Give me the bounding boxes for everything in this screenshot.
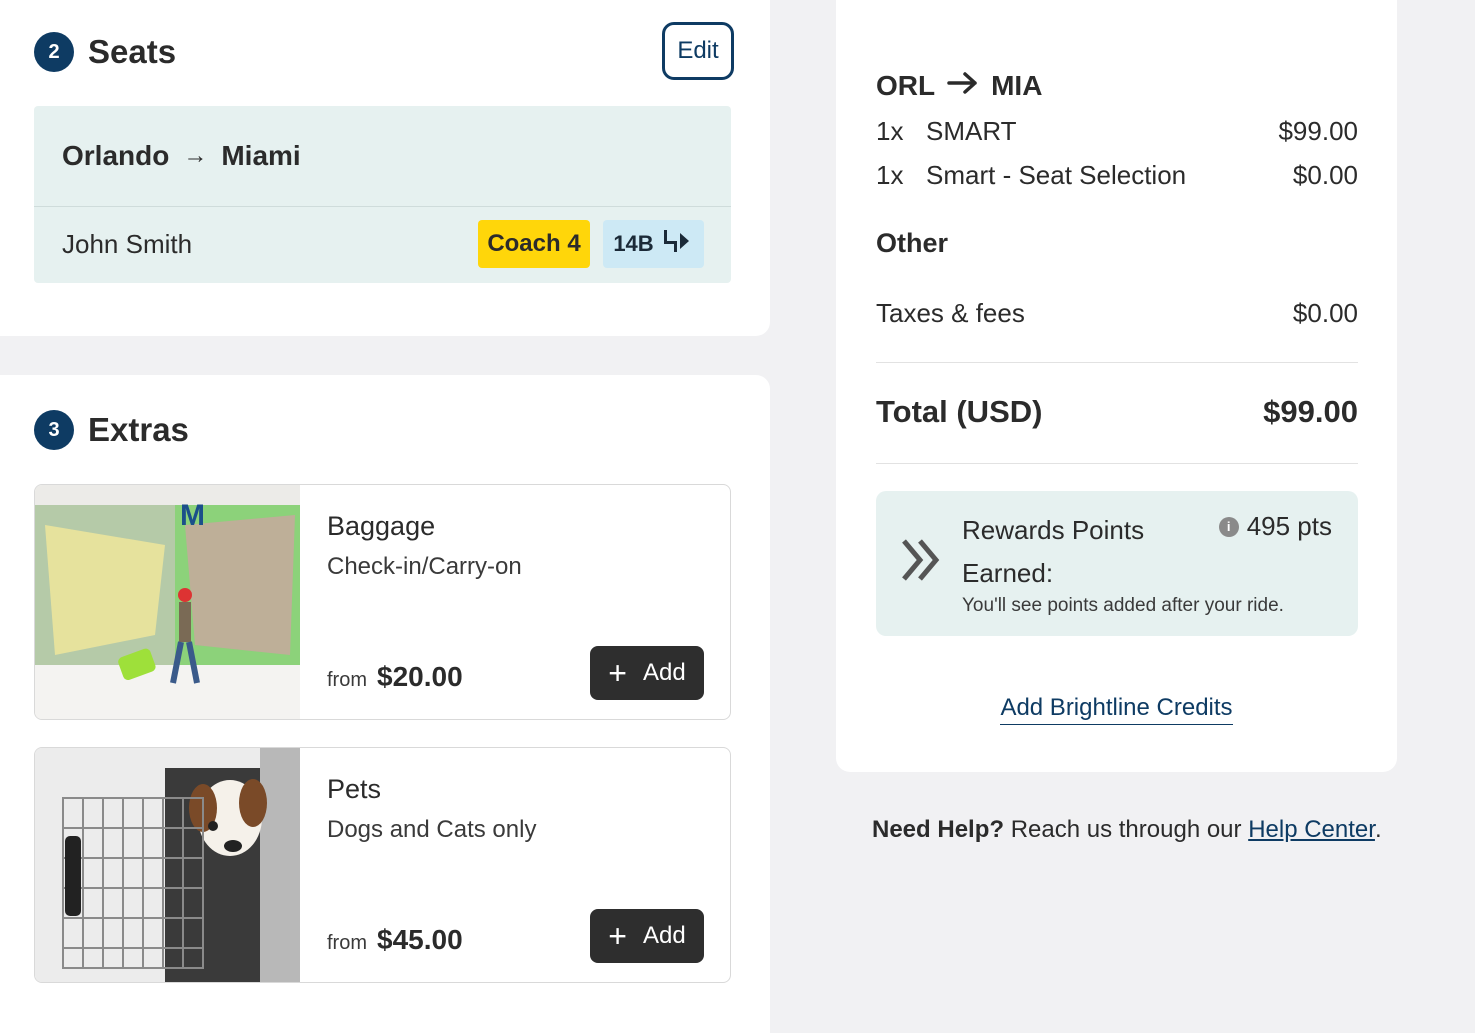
help-center-link[interactable]: Help Center [1248,816,1375,843]
trip-route: Orlando → Miami [62,140,301,172]
step-number-badge: 3 [34,410,74,450]
extra-title: Pets [327,774,382,804]
line-item: 1x Smart - Seat Selection $0.00 [876,160,1358,191]
extras-title: Extras [88,411,189,448]
extras-header: 3 Extras [34,410,189,450]
origin-city: Orlando [62,140,170,171]
baggage-photo: M [35,485,300,719]
points-value: 495 pts [1246,511,1332,541]
info-icon[interactable]: i [1218,516,1239,537]
divider [876,463,1358,464]
from-label: from [327,932,367,954]
help-end: . [1374,816,1382,843]
seats-header: 2 Seats [34,32,176,72]
taxes-row: Taxes & fees $0.00 [876,298,1358,329]
arrow-right-icon [947,70,979,102]
destination-city: Miami [221,140,301,171]
add-label: Add [642,922,686,949]
divider [876,362,1358,363]
line-price: $99.00 [1278,116,1358,146]
line-price: $0.00 [1292,160,1358,190]
pet-carrier-photo [35,748,300,982]
trip-seat-summary: Orlando → Miami John Smith Coach 4 14B [34,106,731,283]
extra-price: from $20.00 [327,661,463,693]
line-item: 1x SMART $99.00 [876,116,1358,147]
taxes-label: Taxes & fees [876,298,1025,328]
seats-section: 2 Seats Edit Orlando → Miami John Smith … [0,0,770,336]
rewards-panel: Rewards Points Earned: i 495 pts You'll … [876,491,1358,636]
help-message: Reach us through our [1010,816,1242,843]
extra-subtitle: Dogs and Cats only [327,816,537,843]
taxes-value: $0.00 [1292,298,1358,328]
credits-link-wrap: Add Brightline Credits [836,694,1397,725]
help-text: Need Help? Reach us through our Help Cen… [872,816,1382,844]
line-name: SMART [926,116,1017,146]
summary-route: ORL MIA [876,70,1042,102]
total-label: Total (USD) [876,394,1043,429]
price-amount: $20.00 [377,661,463,692]
extra-item-pets: Pets Dogs and Cats only from $45.00 + Ad… [34,747,731,983]
other-label: Other [876,228,949,258]
rewards-points: i 495 pts [1218,511,1332,542]
origin-code: ORL [876,70,936,101]
add-credits-link[interactable]: Add Brightline Credits [1000,694,1233,725]
total-value: $99.00 [1263,394,1358,429]
total-row: Total (USD) $99.00 [876,394,1358,430]
extra-price: from $45.00 [327,924,463,956]
plus-icon: + [608,918,627,954]
plus-icon: + [608,655,627,691]
price-amount: $45.00 [377,924,463,955]
from-label: from [327,669,367,691]
add-label: Add [642,659,686,686]
coach-badge: Coach 4 [478,220,590,268]
extra-subtitle: Check-in/Carry-on [327,553,522,580]
step-number-badge: 2 [34,32,74,72]
extras-section: 3 Extras M Baggage Check-in/Carry-on fro… [0,375,770,1033]
line-qty: 1x [876,116,904,146]
rewards-title: Rewards Points Earned: [962,515,1145,588]
svg-text:M: M [180,499,205,532]
edit-seats-button[interactable]: Edit [662,22,734,80]
arrow-right-icon: → [183,142,208,169]
double-chevron-icon [900,537,950,588]
seat-badge: 14B [603,220,704,268]
seat-number: 14B [613,231,654,256]
extra-title: Baggage [327,511,436,541]
add-baggage-button[interactable]: + Add [590,646,704,700]
seats-title: Seats [88,33,177,70]
passenger-name: John Smith [62,229,193,259]
order-summary: ORL MIA 1x SMART $99.00 1x Smart - Seat … [836,0,1397,772]
destination-code: MIA [991,70,1043,101]
extra-item-baggage: M Baggage Check-in/Carry-on from $20.00 … [34,484,731,720]
add-pets-button[interactable]: + Add [590,909,704,963]
divider [34,206,731,207]
help-bold: Need Help? [872,816,1005,843]
line-name: Smart - Seat Selection [926,160,1187,190]
line-qty: 1x [876,160,904,190]
rewards-note: You'll see points added after your ride. [962,595,1284,616]
seat-direction-icon [660,228,694,260]
